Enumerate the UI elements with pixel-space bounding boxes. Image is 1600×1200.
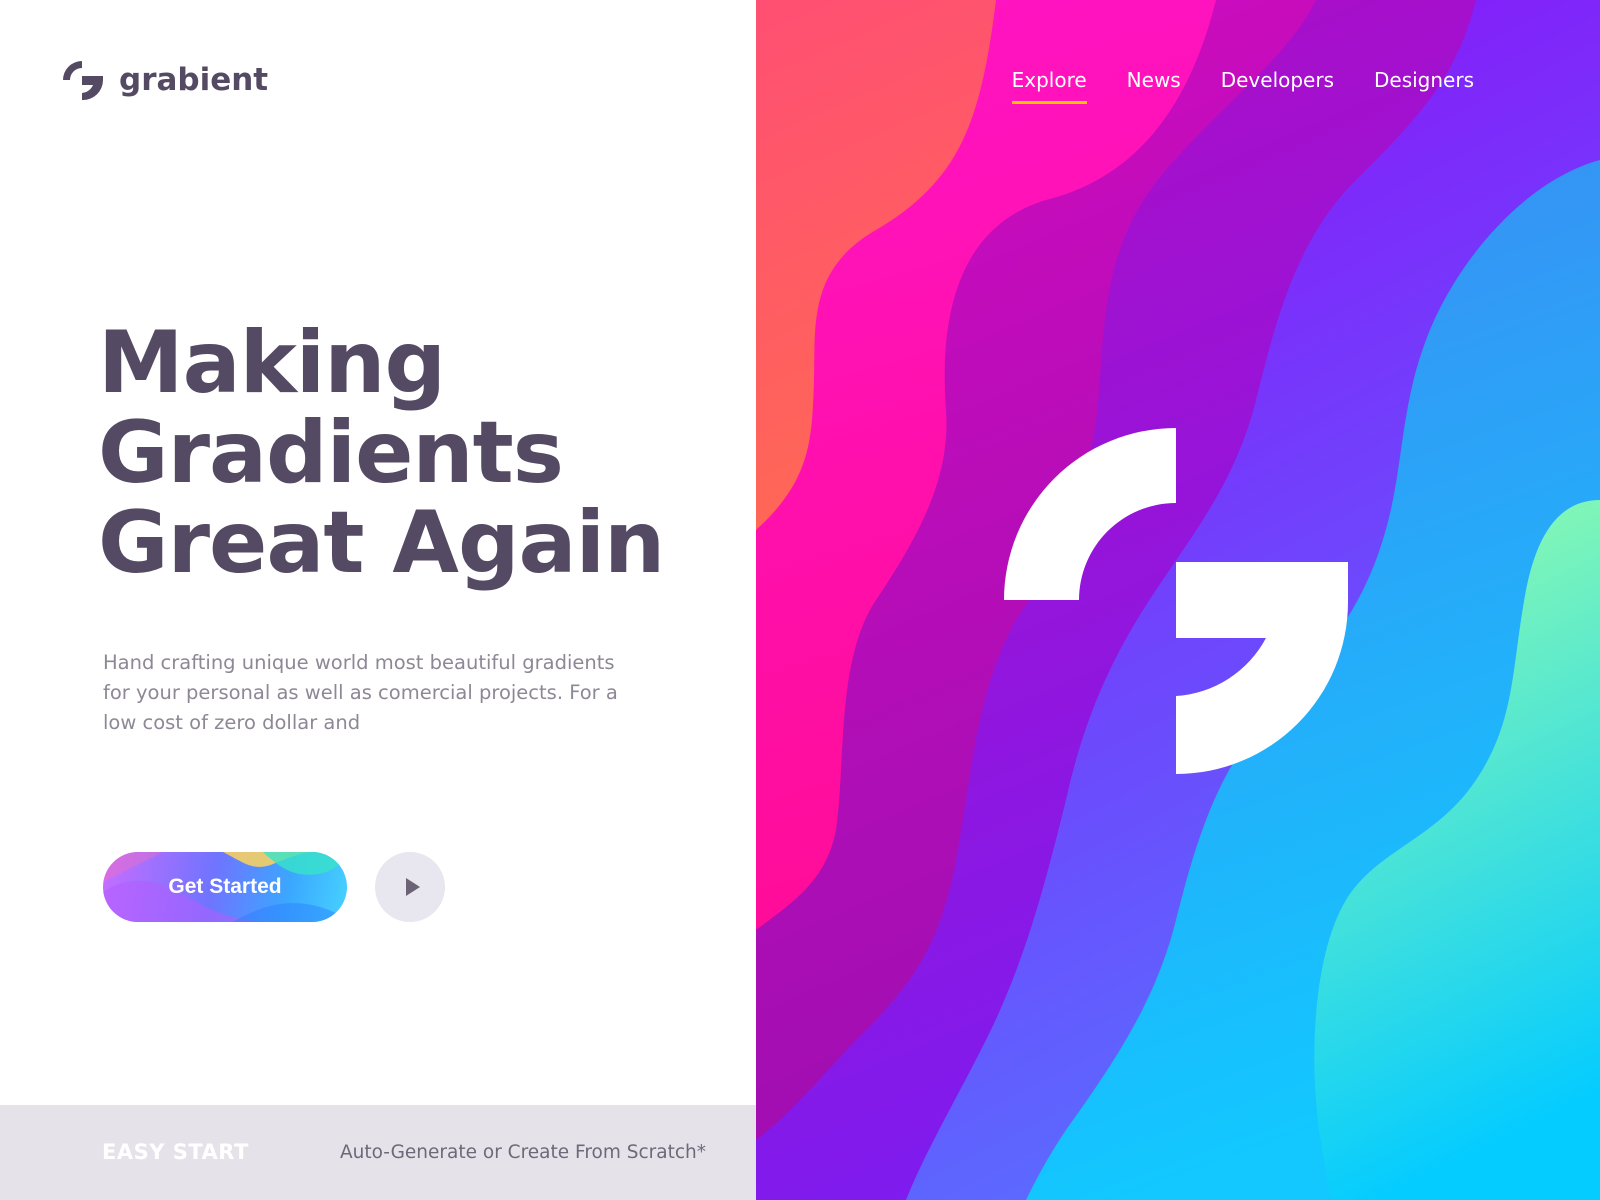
nav-item-explore[interactable]: Explore xyxy=(1011,68,1087,104)
get-started-label: Get Started xyxy=(168,875,282,898)
right-panel: Explore News Developers Designers xyxy=(756,0,1600,1200)
hero-description: Hand crafting unique world most beautifu… xyxy=(103,651,618,734)
left-panel: grabient Making Gradients Great Again Ha… xyxy=(0,0,756,1200)
footer-bar: EASY START Auto-Generate or Create From … xyxy=(0,1105,756,1200)
easy-start-label: EASY START xyxy=(102,1140,249,1164)
headline-line-3: Great Again xyxy=(98,493,665,593)
hero-headline: Making Gradients Great Again xyxy=(98,313,665,593)
brand-name: grabient xyxy=(119,61,269,98)
nav-item-developers[interactable]: Developers xyxy=(1221,68,1334,104)
grabient-g-logo-icon xyxy=(63,61,104,101)
get-started-button[interactable]: Get Started xyxy=(103,852,347,922)
brand-logo[interactable]: grabient xyxy=(63,58,268,102)
grabient-g-hero-icon xyxy=(1004,428,1348,774)
nav-item-news[interactable]: News xyxy=(1127,68,1181,104)
headline-line-1: Making xyxy=(98,313,446,413)
footer-tagline: Auto-Generate or Create From Scratch* xyxy=(339,1142,706,1163)
headline-line-2: Gradients xyxy=(98,403,564,503)
main-nav: Explore News Developers Designers xyxy=(972,68,1474,104)
nav-item-designers[interactable]: Designers xyxy=(1374,68,1474,104)
play-video-button[interactable] xyxy=(375,852,445,922)
play-icon xyxy=(405,878,420,896)
